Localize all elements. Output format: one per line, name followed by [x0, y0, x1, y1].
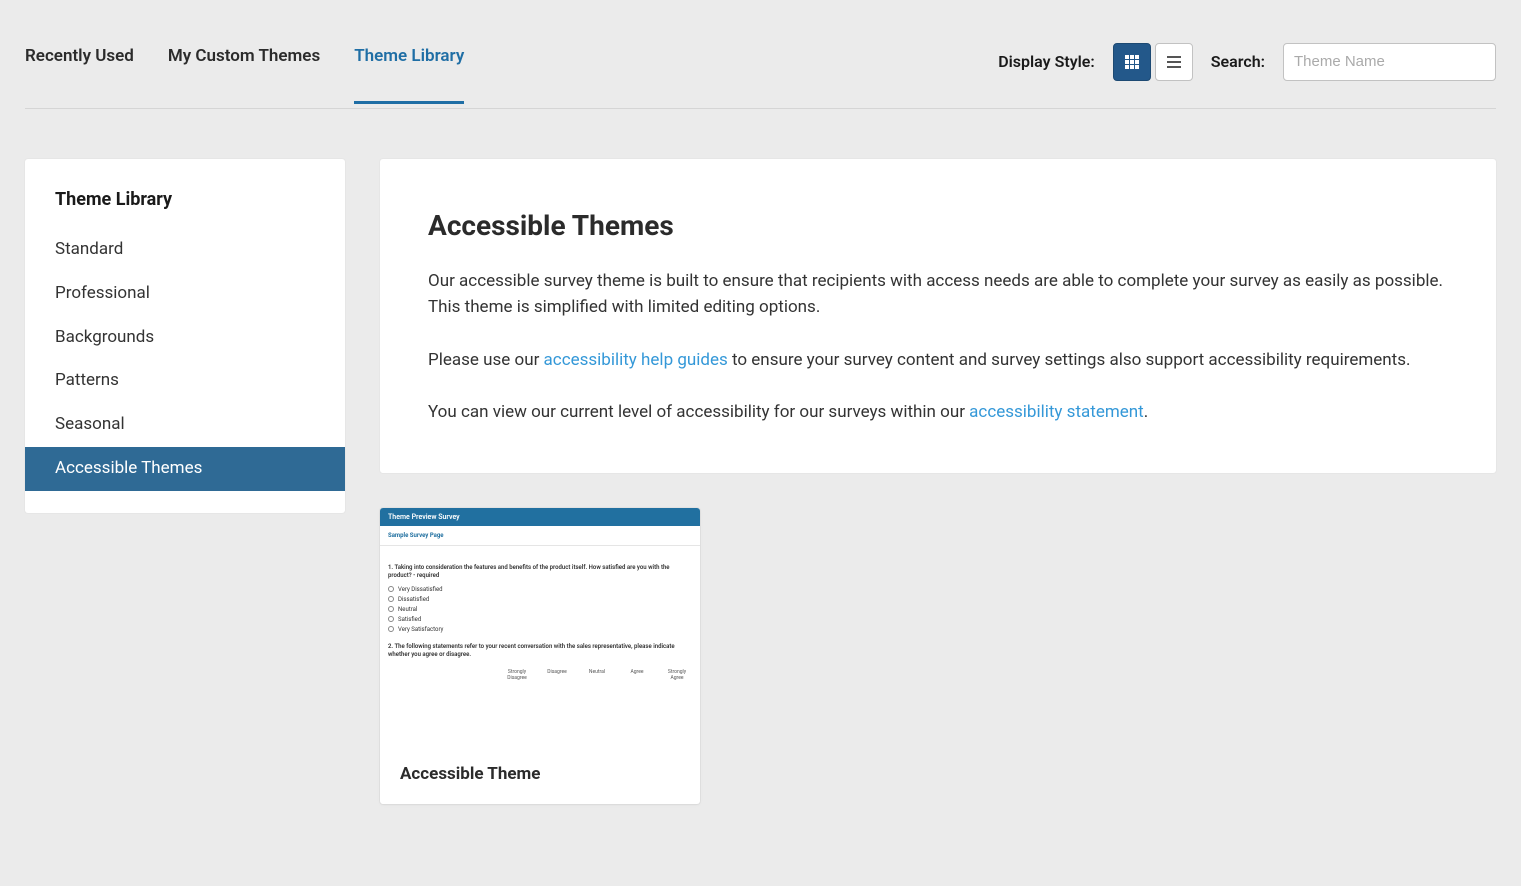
info-card: Accessible Themes Our accessible survey …	[380, 159, 1496, 473]
sidebar-item-accessible-themes[interactable]: Accessible Themes	[25, 447, 345, 491]
accessibility-help-guides-link[interactable]: accessibility help guides	[544, 350, 728, 370]
info-p3-text-b: .	[1144, 402, 1148, 422]
preview-matrix-col: Neutral	[582, 669, 612, 681]
tab-theme-library[interactable]: Theme Library	[354, 46, 464, 103]
sidebar-item-patterns[interactable]: Patterns	[25, 359, 345, 403]
sidebar-item-professional[interactable]: Professional	[25, 272, 345, 316]
info-p3-text-a: You can view our current level of access…	[428, 402, 969, 422]
preview-matrix-head: Strongly Disagree Disagree Neutral Agree…	[388, 665, 692, 683]
info-paragraph-2: Please use our accessibility help guides…	[428, 347, 1448, 373]
preview-opt: Very Dissatisfied	[388, 586, 692, 593]
top-bar: Recently Used My Custom Themes Theme Lib…	[25, 0, 1496, 109]
main-tabs: Recently Used My Custom Themes Theme Lib…	[25, 46, 464, 103]
preview-opt: Very Satisfactory	[388, 626, 692, 633]
preview-header: Theme Preview Survey	[380, 508, 700, 526]
display-style-toggle	[1113, 43, 1193, 81]
preview-matrix-col: Agree	[622, 669, 652, 681]
right-controls: Display Style: Search:	[998, 43, 1496, 106]
main-column: Accessible Themes Our accessible survey …	[380, 159, 1496, 804]
preview-q2: 2. The following statements refer to you…	[388, 643, 692, 659]
preview-opt: Neutral	[388, 606, 692, 613]
preview-opt-label: Neutral	[398, 606, 417, 613]
grid-view-button[interactable]	[1113, 43, 1151, 81]
preview-opt-label: Very Dissatisfied	[398, 586, 443, 593]
preview-matrix-col: Strongly Agree	[662, 669, 692, 681]
search-input[interactable]	[1283, 43, 1496, 81]
display-style-label: Display Style:	[998, 52, 1095, 71]
list-view-button[interactable]	[1155, 43, 1193, 81]
preview-opt-label: Dissatisfied	[398, 596, 429, 603]
info-paragraph-1: Our accessible survey theme is built to …	[428, 268, 1448, 321]
search-label: Search:	[1211, 52, 1265, 71]
theme-name: Accessible Theme	[380, 746, 700, 804]
info-paragraph-3: You can view our current level of access…	[428, 399, 1448, 425]
preview-matrix-col: Disagree	[542, 669, 572, 681]
info-p2-text-a: Please use our	[428, 350, 544, 370]
grid-icon	[1124, 54, 1140, 70]
preview-q1: 1. Taking into consideration the feature…	[388, 564, 692, 580]
sidebar-item-seasonal[interactable]: Seasonal	[25, 403, 345, 447]
theme-preview: Theme Preview Survey Sample Survey Page …	[380, 508, 700, 746]
tab-recently-used[interactable]: Recently Used	[25, 46, 134, 103]
sidebar: Theme Library Standard Professional Back…	[25, 159, 345, 513]
preview-matrix-col: Strongly Disagree	[502, 669, 532, 681]
accessibility-statement-link[interactable]: accessibility statement	[969, 402, 1144, 422]
preview-opt-label: Satisfied	[398, 616, 421, 623]
list-icon	[1166, 54, 1182, 70]
sidebar-item-standard[interactable]: Standard	[25, 228, 345, 272]
preview-opt: Dissatisfied	[388, 596, 692, 603]
theme-card-accessible[interactable]: Theme Preview Survey Sample Survey Page …	[380, 508, 700, 804]
preview-opt: Satisfied	[388, 616, 692, 623]
info-title: Accessible Themes	[428, 209, 1448, 242]
preview-page-title: Sample Survey Page	[380, 526, 700, 546]
info-p2-text-b: to ensure your survey content and survey…	[728, 350, 1411, 370]
sidebar-item-backgrounds[interactable]: Backgrounds	[25, 316, 345, 360]
sidebar-title: Theme Library	[25, 181, 345, 228]
preview-opt-label: Very Satisfactory	[398, 626, 443, 633]
tab-my-custom-themes[interactable]: My Custom Themes	[168, 46, 320, 103]
